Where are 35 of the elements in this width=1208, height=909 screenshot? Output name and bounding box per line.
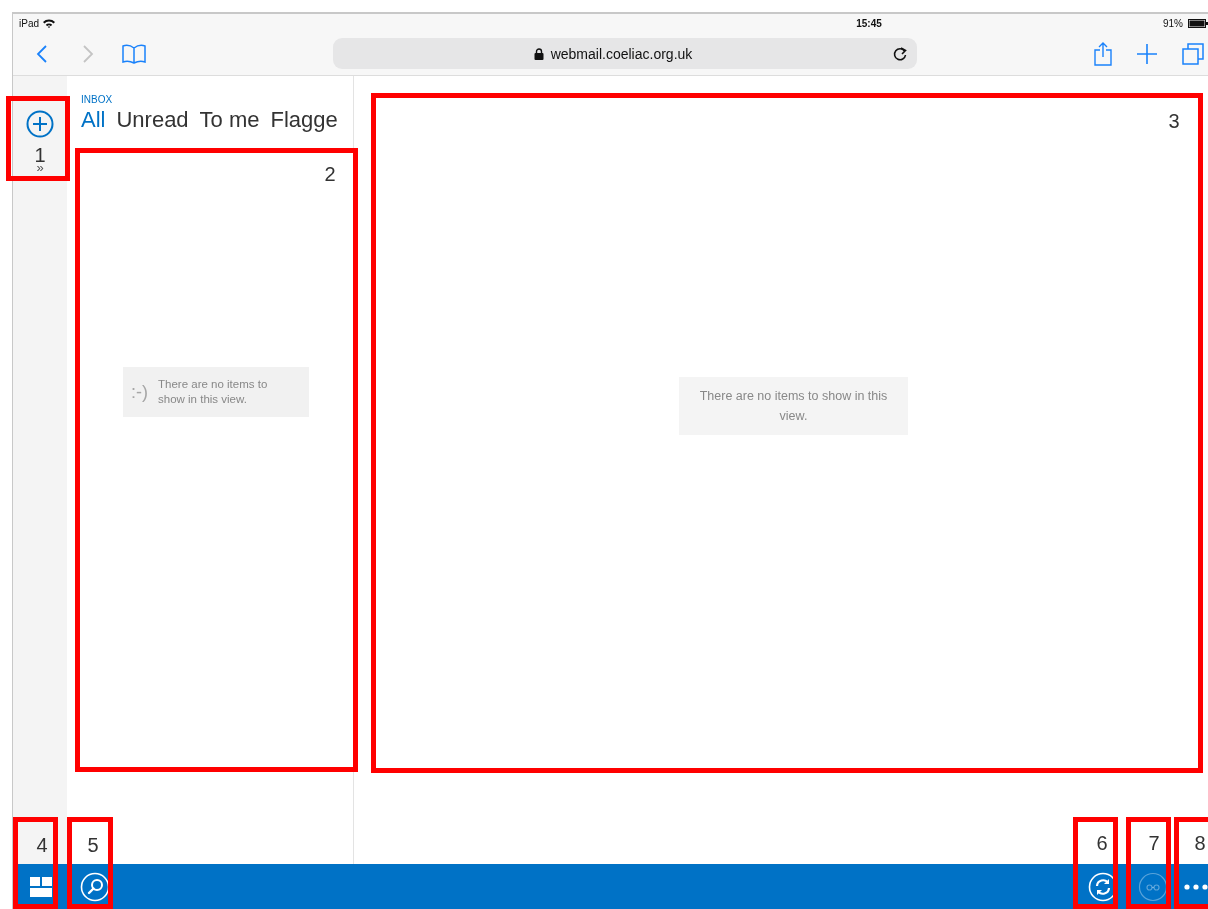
- filter-tab[interactable]: Unread: [116, 107, 189, 133]
- filter-tab[interactable]: Flagge: [270, 107, 338, 133]
- annotation-number: 3: [1168, 109, 1180, 133]
- annotation-number: 1: [34, 143, 46, 166]
- empty-message: There are no items to show in this view.: [158, 377, 269, 407]
- wifi-icon: [43, 18, 55, 28]
- annotation-number: 8: [1194, 831, 1206, 855]
- reload-icon[interactable]: [893, 45, 907, 62]
- search-button[interactable]: [80, 871, 110, 902]
- empty-message: There are no items to show in this view.: [679, 377, 908, 435]
- annotation-number: 5: [87, 833, 99, 857]
- folder-title: INBOX: [81, 94, 114, 105]
- share-icon[interactable]: [1094, 41, 1112, 66]
- filter-tab[interactable]: All: [81, 107, 106, 133]
- annotation-number: 7: [1148, 831, 1160, 855]
- smiley-text: :-): [131, 381, 148, 403]
- clock: 15:45: [855, 17, 882, 29]
- chevron-right-icon: [82, 43, 94, 64]
- plus-icon[interactable]: [1137, 43, 1157, 64]
- tiles-button[interactable]: [30, 876, 52, 897]
- tabs-icon[interactable]: [1182, 42, 1204, 65]
- url-text: webmail.coeliac.org.uk: [550, 45, 693, 62]
- battery-icon: [1188, 18, 1208, 28]
- device-name: iPad: [19, 17, 39, 29]
- book-icon[interactable]: [122, 43, 146, 64]
- more-button[interactable]: [1184, 883, 1208, 890]
- address-field[interactable]: webmail.coeliac.org.uk: [333, 38, 917, 69]
- filter-tab[interactable]: To me: [199, 107, 260, 133]
- annotation-number: 6: [1096, 831, 1108, 855]
- chevron-left-icon: [36, 43, 48, 64]
- battery-level: 91%: [1162, 17, 1183, 29]
- annotation-number: 2: [324, 162, 336, 186]
- annotation-number: 4: [36, 833, 48, 857]
- add-icon[interactable]: [26, 110, 54, 138]
- lock-icon: [533, 47, 544, 60]
